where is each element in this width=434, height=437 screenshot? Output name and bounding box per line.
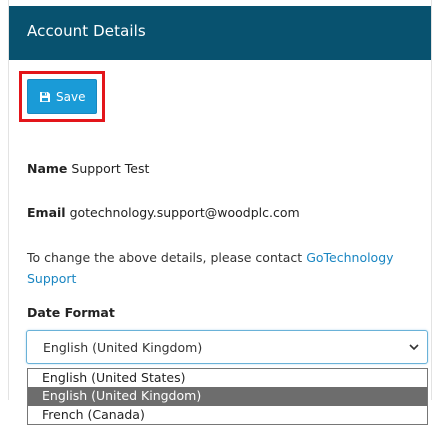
panel-title: Account Details (27, 22, 146, 40)
email-row: Email gotechnology.support@woodplc.com (27, 205, 300, 220)
name-row: Name Support Test (27, 161, 149, 176)
save-button-label: Save (56, 89, 86, 104)
date-format-options-list: English (United States) English (United … (27, 368, 428, 425)
contact-message: To change the above details, please cont… (27, 247, 407, 289)
floppy-disk-icon (40, 91, 50, 102)
name-value: Support Test (71, 161, 150, 176)
email-label: Email (27, 205, 66, 220)
date-format-select[interactable]: English (United Kingdom) (26, 330, 428, 364)
date-format-option[interactable]: English (United States) (28, 369, 427, 387)
save-button[interactable]: Save (27, 79, 97, 114)
chevron-down-icon (409, 344, 419, 351)
panel-header: Account Details (9, 6, 431, 60)
name-label: Name (27, 161, 68, 176)
email-value: gotechnology.support@woodplc.com (69, 205, 300, 220)
date-format-selected-value: English (United Kingdom) (43, 340, 203, 355)
date-format-option-selected[interactable]: English (United Kingdom) (28, 387, 427, 406)
date-format-label: Date Format (27, 305, 115, 320)
date-format-option[interactable]: French (Canada) (28, 406, 427, 424)
contact-text: To change the above details, please cont… (27, 250, 307, 265)
